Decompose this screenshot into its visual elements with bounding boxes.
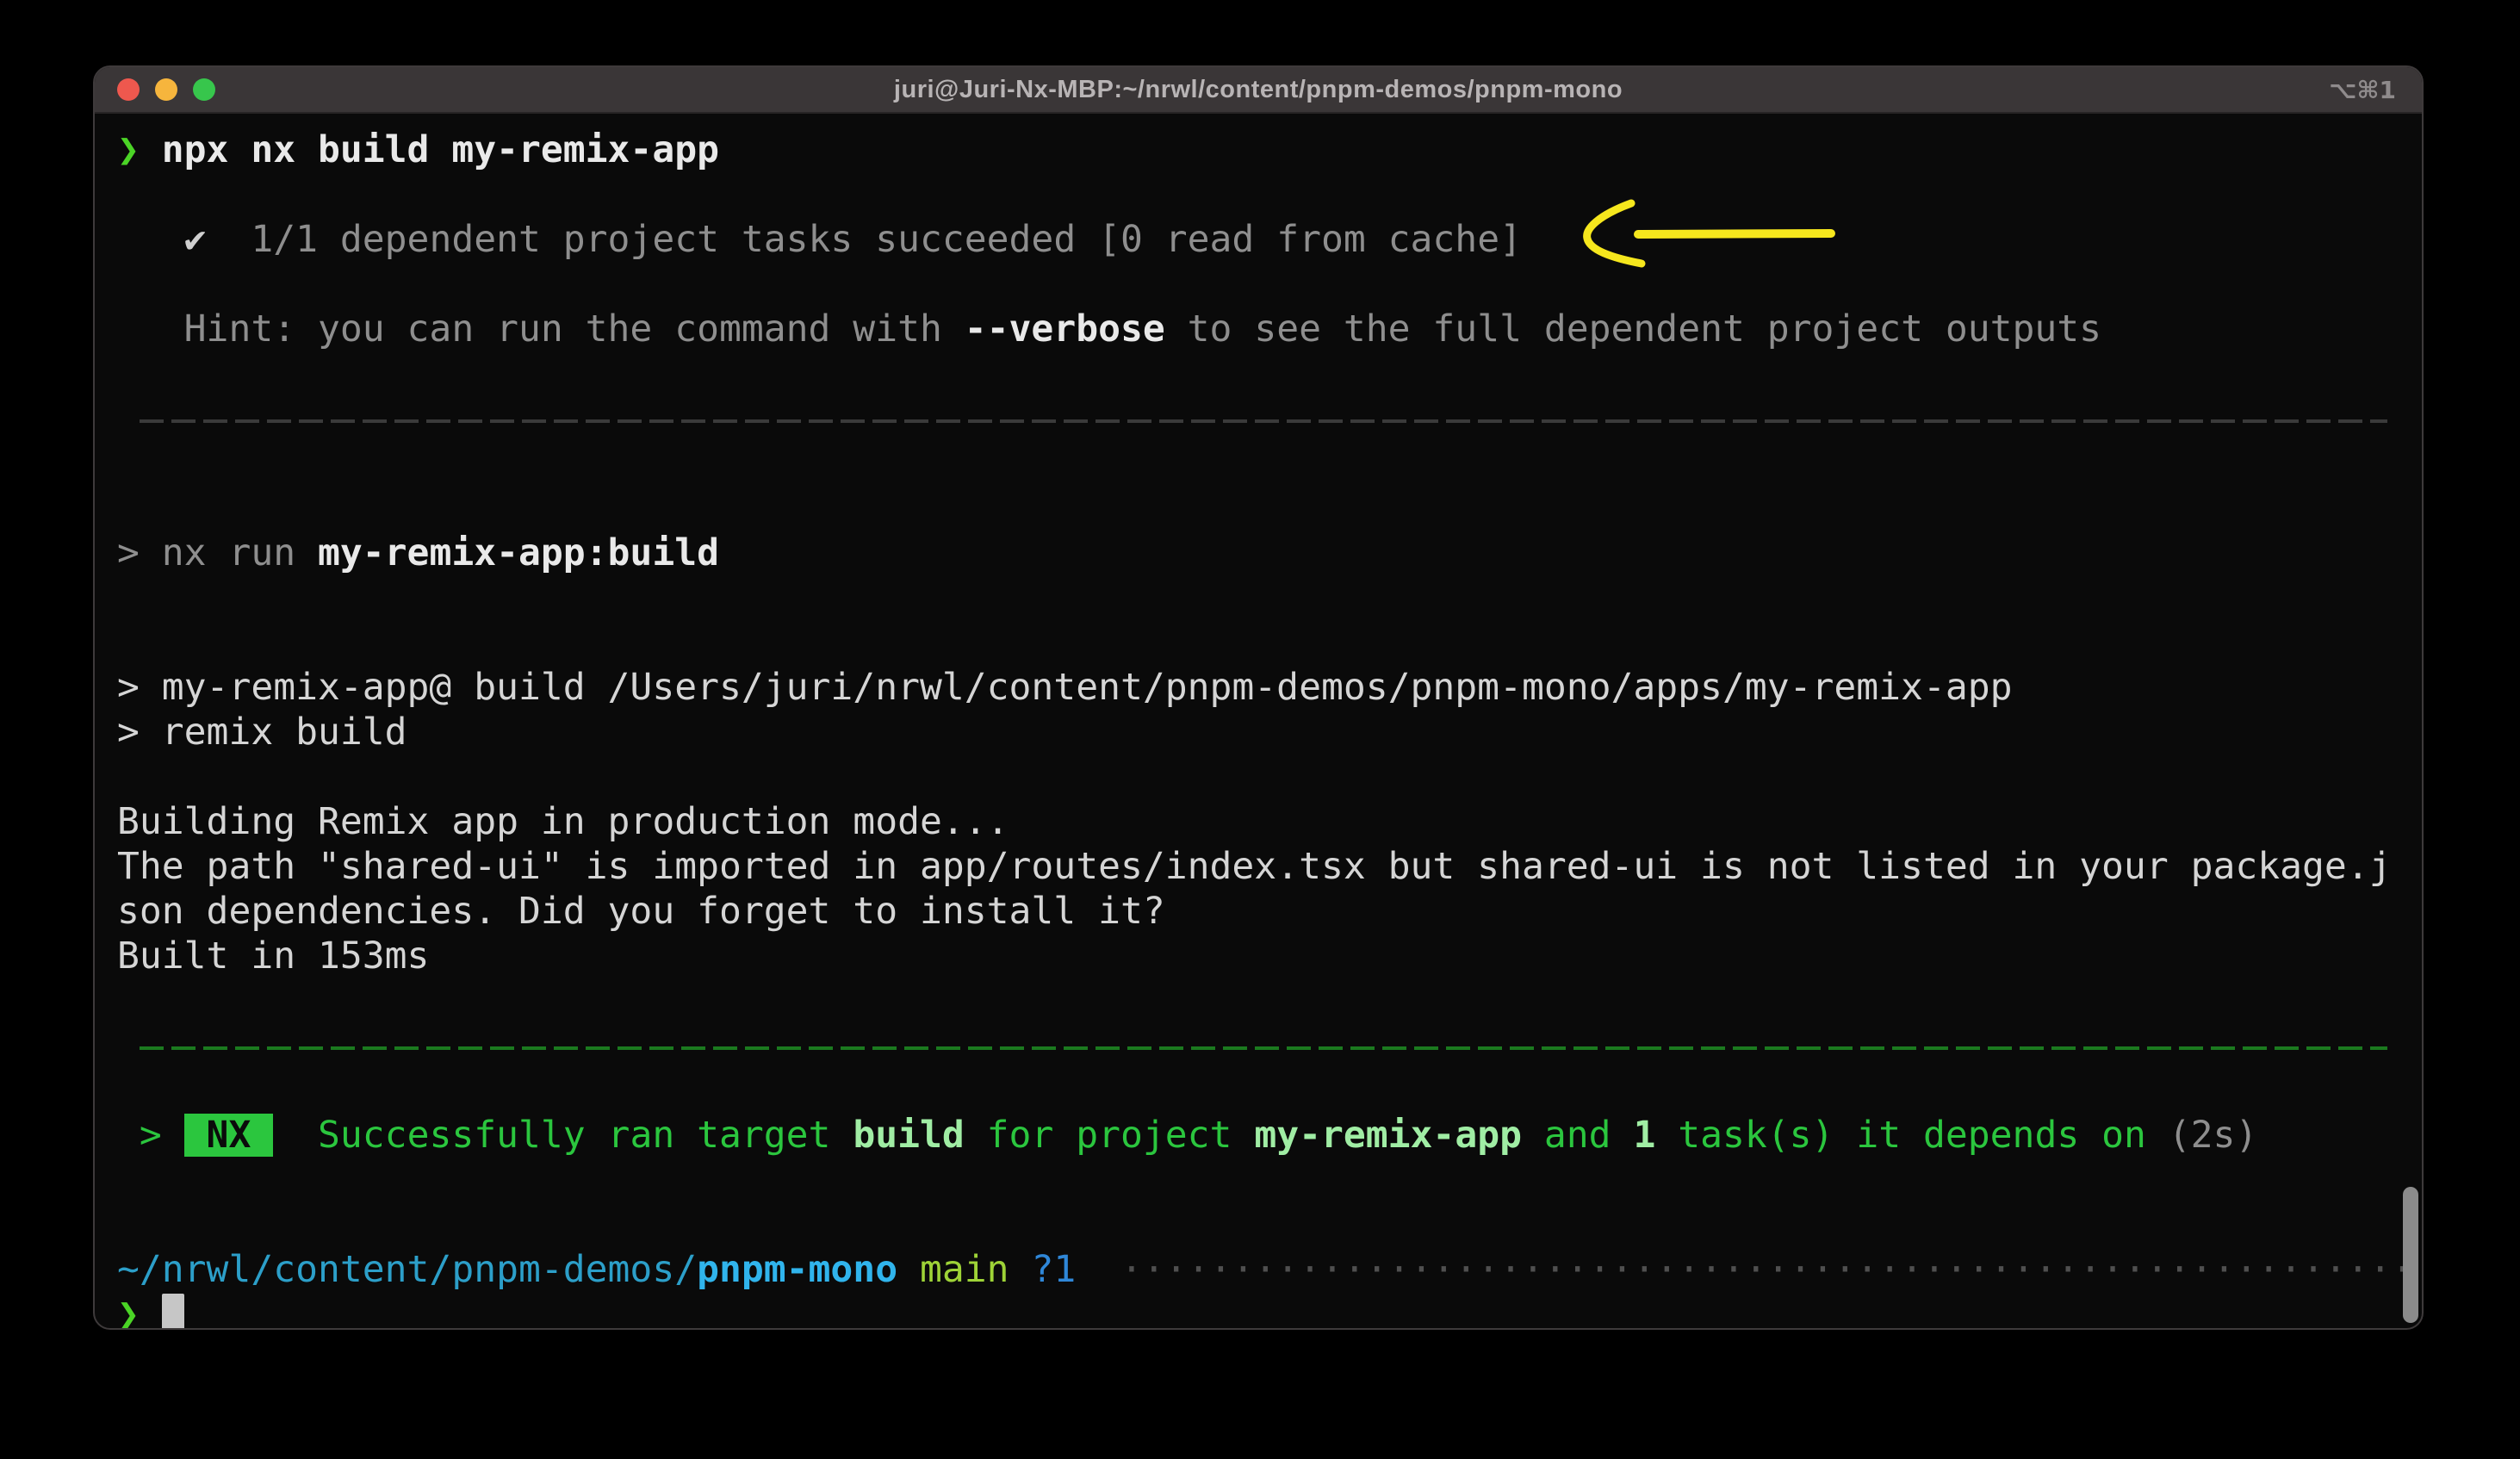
text-segment: build <box>853 1114 964 1157</box>
text-segment <box>1076 1248 1120 1291</box>
terminal-line <box>117 262 2422 307</box>
text-segment: Building Remix app in production mode... <box>117 800 1009 843</box>
terminal-line: Building Remix app in production mode... <box>117 799 2422 844</box>
terminal-line: > remix build <box>117 710 2422 754</box>
terminal-line <box>117 754 2422 799</box>
text-segment: ········································… <box>1120 1248 2424 1291</box>
close-button[interactable] <box>117 78 140 101</box>
text-segment: 1/1 dependent project tasks succeeded [0… <box>207 218 1522 261</box>
terminal-line: > my-remix-app@ build /Users/juri/nrwl/c… <box>117 665 2422 710</box>
terminal-line <box>117 575 2422 620</box>
terminal-line: The path "shared-ui" is imported in app/… <box>117 844 2422 889</box>
terminal-line <box>117 620 2422 665</box>
terminal-line <box>117 1158 2422 1202</box>
nx-badge: NX <box>184 1114 274 1157</box>
terminal-line <box>117 978 2422 1023</box>
window-shortcut-badge: ⌥⌘1 <box>2329 67 2396 112</box>
terminal-line: ❯ <box>117 1292 2422 1330</box>
separator-line <box>117 396 2422 441</box>
separator-rule <box>140 1046 2387 1050</box>
terminal-line <box>117 1202 2422 1247</box>
text-segment: > remix build <box>117 711 407 754</box>
text-segment: my-remix-app <box>1254 1114 1522 1157</box>
terminal-line: ❯ npx nx build my-remix-app <box>117 127 2422 172</box>
text-segment: my-remix-app:build <box>318 531 719 574</box>
text-segment: ❯ <box>117 1293 162 1330</box>
terminal-line <box>117 351 2422 396</box>
terminal-line: Hint: you can run the command with --ver… <box>117 307 2422 351</box>
terminal-line <box>117 486 2422 531</box>
terminal-line <box>117 172 2422 217</box>
window-titlebar[interactable]: juri@Juri-Nx-MBP:~/nrwl/content/pnpm-dem… <box>95 67 2422 114</box>
text-segment: ❯ <box>117 128 162 171</box>
terminal-line: > NX Successfully ran target build for p… <box>117 1113 2422 1158</box>
scrollbar-thumb[interactable] <box>2403 1187 2418 1323</box>
text-segment: > nx run <box>117 531 318 574</box>
text-segment: (2s) <box>2169 1114 2258 1157</box>
text-segment: ?1 <box>1031 1248 1076 1291</box>
text-segment: > <box>117 1114 184 1157</box>
text-segment: --verbose <box>965 307 1165 351</box>
text-segment: task(s) it depends on <box>1655 1114 2168 1157</box>
terminal-line <box>117 1068 2422 1113</box>
screenshot-root: { "window": { "title": "juri@Juri-Nx-MBP… <box>0 0 2520 1459</box>
minimize-button[interactable] <box>155 78 177 101</box>
separator-rule <box>140 419 2387 423</box>
text-segment: npx nx build my-remix-app <box>162 128 719 171</box>
terminal-window: juri@Juri-Nx-MBP:~/nrwl/content/pnpm-dem… <box>93 65 2424 1330</box>
terminal-line: ✔ 1/1 dependent project tasks succeeded … <box>117 217 2422 262</box>
zoom-button[interactable] <box>193 78 215 101</box>
text-segment: Built in 153ms <box>117 934 429 978</box>
text-segment: Successfully ran target <box>273 1114 853 1157</box>
text-segment: ~/nrwl/content/pnpm-demos/ <box>117 1248 697 1291</box>
terminal-line: ~/nrwl/content/pnpm-demos/pnpm-mono main… <box>117 1247 2422 1292</box>
separator-line <box>117 1023 2422 1068</box>
text-segment: son dependencies. Did you forget to inst… <box>117 890 1165 933</box>
terminal-body[interactable]: ❯ npx nx build my-remix-app ✔ 1/1 depend… <box>95 114 2422 1328</box>
text-segment: and <box>1522 1114 1633 1157</box>
text-segment: > my-remix-app@ build /Users/juri/nrwl/c… <box>117 666 2013 709</box>
text-segment: ✔ <box>117 218 207 261</box>
terminal-line: > nx run my-remix-app:build <box>117 531 2422 575</box>
text-segment: 1 <box>1633 1114 1655 1157</box>
terminal-line: son dependencies. Did you forget to inst… <box>117 889 2422 934</box>
text-segment: Hint: you can run the command with <box>117 307 965 351</box>
terminal-line: Built in 153ms <box>117 934 2422 978</box>
terminal-line <box>117 441 2422 486</box>
traffic-lights <box>117 67 215 112</box>
terminal-cursor <box>162 1294 184 1330</box>
window-title: juri@Juri-Nx-MBP:~/nrwl/content/pnpm-dem… <box>894 76 1623 104</box>
text-segment: pnpm-mono <box>697 1248 897 1291</box>
text-segment: The path "shared-ui" is imported in app/… <box>117 845 2392 888</box>
text-segment: for project <box>965 1114 1255 1157</box>
text-segment: to see the full dependent project output… <box>1165 307 2101 351</box>
text-segment: main <box>897 1248 1031 1291</box>
